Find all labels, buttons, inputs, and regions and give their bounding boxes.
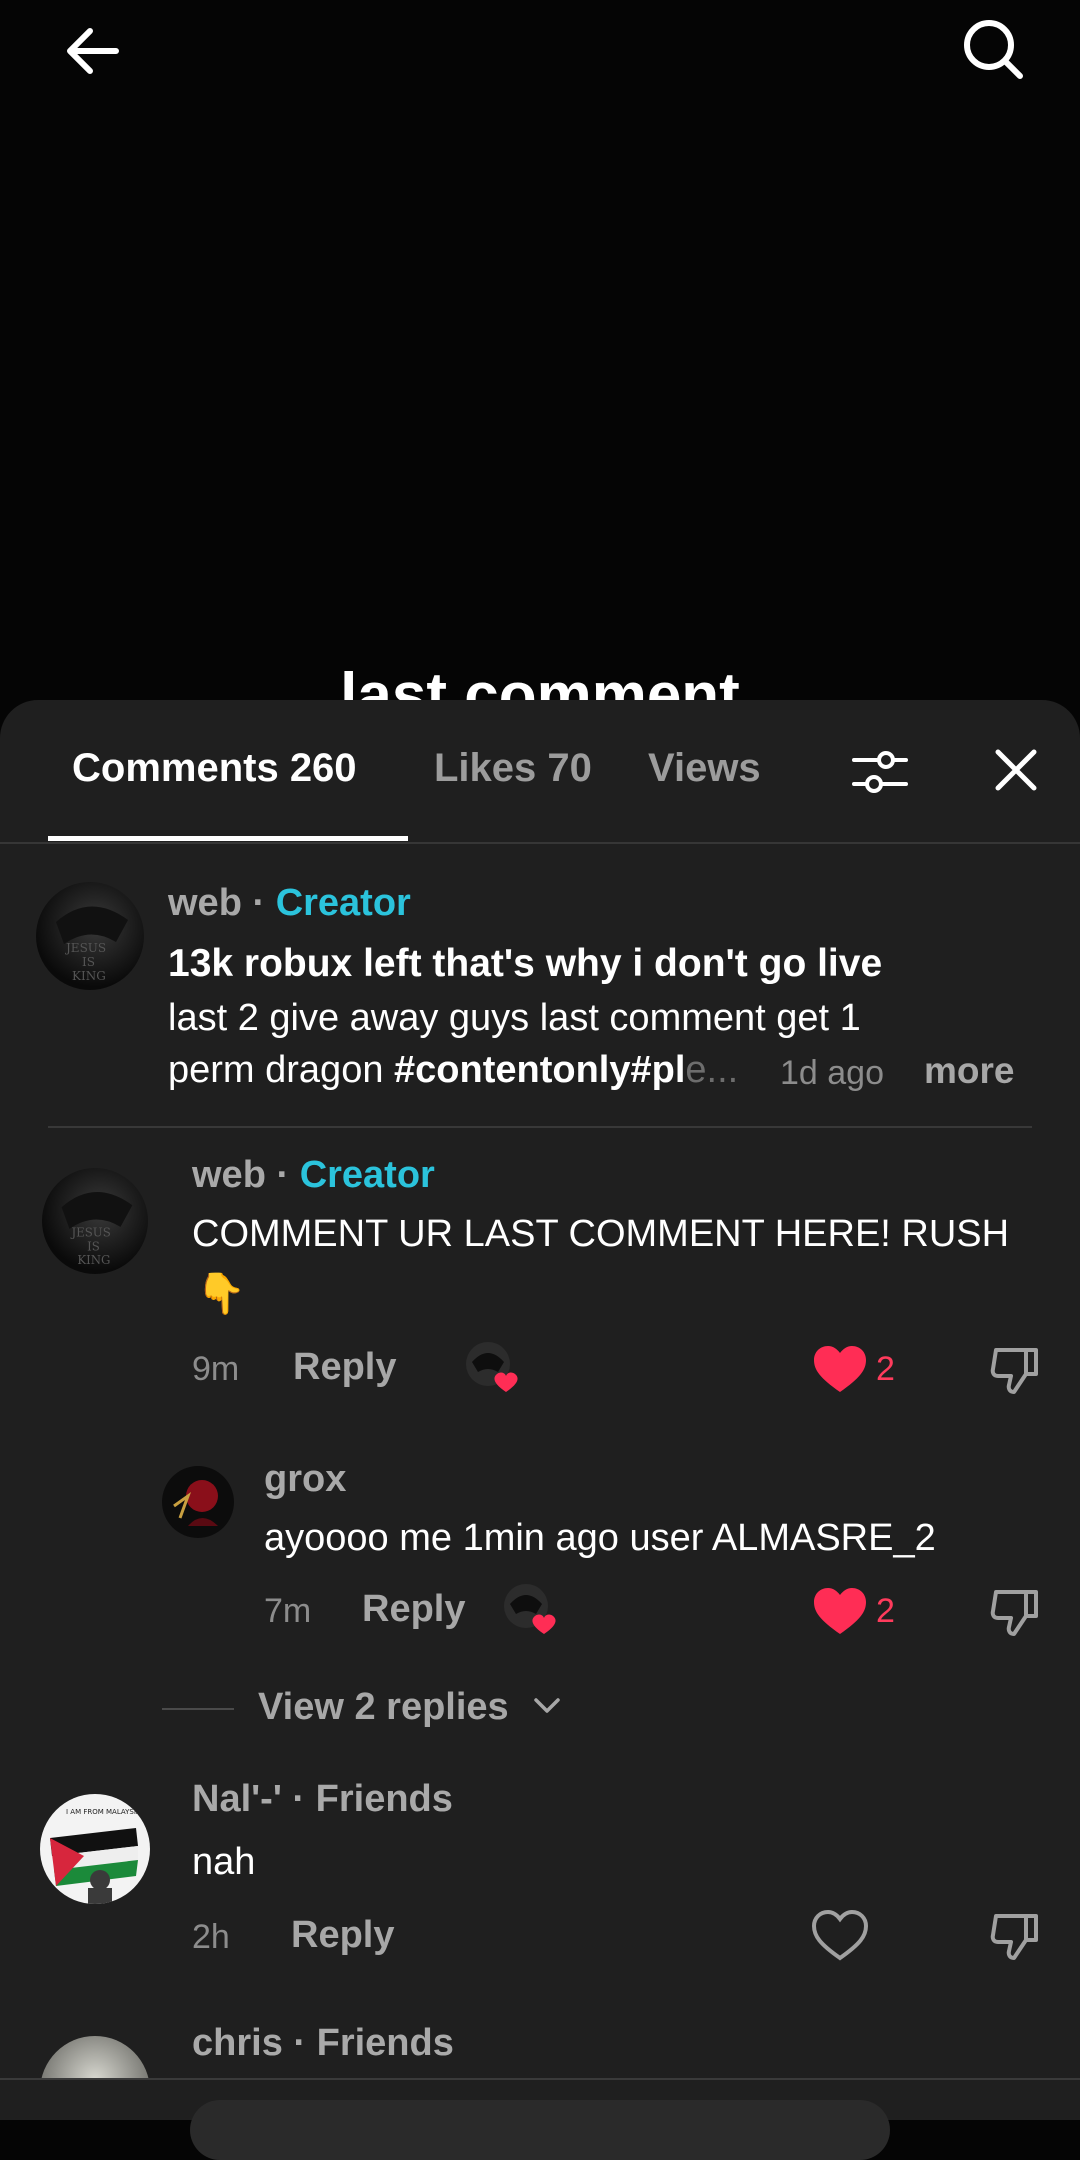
point-down-emoji: 👇 xyxy=(196,1272,246,1316)
more-button[interactable]: more xyxy=(924,1050,1014,1092)
dislike-icon[interactable] xyxy=(988,1344,1042,1398)
avatar-image: JESUS IS KING xyxy=(56,906,128,983)
creator-badge: Creator xyxy=(275,882,411,924)
tab-comments[interactable]: Comments 260 xyxy=(72,746,357,791)
avatar-image xyxy=(173,1480,218,1526)
filter-sliders-icon[interactable] xyxy=(848,740,912,804)
svg-text:JESUS: JESUS xyxy=(70,1226,110,1240)
input-divider xyxy=(0,2078,1080,2080)
caption-body-line1: last 2 give away guys last comment get 1 xyxy=(168,997,861,1039)
creator-liked-icon xyxy=(502,1582,562,1638)
comment-text: ayoooo me 1min ago user ALMASRE_2 xyxy=(264,1517,936,1559)
heart-icon[interactable] xyxy=(812,1344,868,1396)
svg-text:I AM FROM MALAYSIA: I AM FROM MALAYSIA xyxy=(66,1808,141,1816)
reply-button[interactable]: Reply xyxy=(362,1588,465,1631)
creator-liked-icon xyxy=(464,1340,524,1396)
chevron-down-icon xyxy=(534,1698,560,1713)
caption-time: 1d ago xyxy=(780,1054,884,1092)
comment-time: 9m xyxy=(192,1350,240,1388)
avatar-image: JESUS IS KING xyxy=(61,1192,133,1267)
avatar-image: I AM FROM MALAYSIA xyxy=(50,1808,141,1904)
caption-body-line2: perm dragon #contentonly#ple... xyxy=(168,1049,739,1091)
dislike-icon[interactable] xyxy=(988,1586,1042,1640)
active-tab-indicator xyxy=(48,836,408,841)
comment-username[interactable]: Nal'-' · Friends xyxy=(192,1778,453,1821)
friends-badge: Friends xyxy=(316,2022,454,2064)
svg-text:KING: KING xyxy=(72,969,106,983)
like-count: 2 xyxy=(876,1350,895,1388)
heart-icon[interactable] xyxy=(812,1586,868,1638)
close-icon[interactable] xyxy=(988,742,1044,798)
replies-line xyxy=(162,1708,234,1710)
comment-username[interactable]: web · Creator xyxy=(168,882,411,925)
comment-text: nah xyxy=(192,1841,256,1883)
caption-divider xyxy=(48,1126,1032,1128)
comment-text: COMMENT UR LAST COMMENT HERE! RUSH xyxy=(192,1213,1010,1255)
comment-input-field[interactable] xyxy=(190,2100,890,2160)
heart-outline-icon[interactable] xyxy=(812,1910,868,1962)
friends-badge: Friends xyxy=(315,1778,453,1820)
like-count: 2 xyxy=(876,1592,895,1630)
comment-username[interactable]: grox xyxy=(264,1458,346,1501)
avatar[interactable] xyxy=(162,1466,234,1538)
tab-bar: Comments 260 Likes 70 Views xyxy=(0,700,1080,844)
avatar[interactable]: JESUS IS KING xyxy=(42,1168,148,1274)
creator-badge: Creator xyxy=(299,1154,435,1196)
tab-views[interactable]: Views xyxy=(648,746,761,791)
comment-time: 2h xyxy=(192,1918,230,1956)
svg-text:KING: KING xyxy=(77,1253,110,1267)
svg-text:IS: IS xyxy=(87,1239,100,1253)
svg-text:IS: IS xyxy=(82,955,95,969)
comments-sheet: Comments 260 Likes 70 Views JESUS IS KIN… xyxy=(0,700,1080,2120)
reply-button[interactable]: Reply xyxy=(293,1346,396,1389)
svg-text:JESUS: JESUS xyxy=(64,941,106,955)
comment-username[interactable]: chris · Friends xyxy=(192,2022,454,2065)
comment-time: 7m xyxy=(264,1592,312,1630)
comment-username[interactable]: web · Creator xyxy=(192,1154,435,1197)
top-bar xyxy=(0,0,1080,100)
view-replies-button[interactable]: View 2 replies xyxy=(258,1686,509,1729)
back-arrow-icon[interactable] xyxy=(58,16,128,86)
dislike-icon[interactable] xyxy=(988,1910,1042,1964)
hashtag-link[interactable]: #contentonly#pl xyxy=(394,1049,685,1091)
avatar[interactable]: I AM FROM MALAYSIA xyxy=(40,1794,150,1904)
tab-likes[interactable]: Likes 70 xyxy=(434,746,592,791)
reply-button[interactable]: Reply xyxy=(291,1914,394,1957)
avatar[interactable]: JESUS IS KING xyxy=(36,882,144,990)
search-icon[interactable] xyxy=(958,14,1028,84)
caption-title: 13k robux left that's why i don't go liv… xyxy=(168,942,883,985)
